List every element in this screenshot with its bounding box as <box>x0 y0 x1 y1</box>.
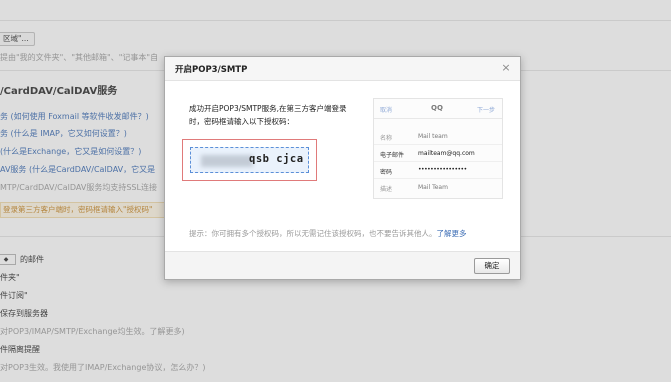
auth-code-redaction <box>201 155 253 167</box>
mock-row-email: 电子邮件 mailteam@qq.com <box>374 145 502 162</box>
mock-key: 名称 <box>380 135 393 142</box>
auth-code-box[interactable]: qsb cjca <box>190 147 309 173</box>
ok-button[interactable]: 确定 <box>474 258 510 274</box>
mock-value: Mail Team <box>418 184 448 191</box>
mock-brand-label: QQ <box>431 104 443 112</box>
mock-password-dots: •••••••••••••••• <box>418 166 467 173</box>
mock-next-label: 下一步 <box>476 107 495 114</box>
multi-code-hint: 提示：你可拥有多个授权码，所以无需记住该授权码，也不要告诉其他人。了解更多 <box>189 228 467 239</box>
mock-cancel-label: 取消 <box>380 107 393 114</box>
mock-row-description: 描述 Mail Team <box>374 179 502 196</box>
dialog-header: 开启POP3/SMTP × <box>165 57 520 81</box>
mock-nav-bar: 取消 QQ 下一步 <box>374 99 502 119</box>
mock-value: Mail team <box>418 133 448 140</box>
client-setup-illustration: 取消 QQ 下一步 名称 Mail team 电子邮件 mailteam@qq.… <box>373 98 503 199</box>
mock-row-name: 名称 Mail team <box>374 128 502 145</box>
mock-value: mailteam@qq.com <box>418 150 475 157</box>
learn-more-link[interactable]: 了解更多 <box>437 229 467 238</box>
mock-key: 电子邮件 <box>380 152 405 159</box>
auth-code-highlight: qsb cjca <box>182 139 317 181</box>
close-icon[interactable]: × <box>500 62 512 74</box>
dialog-footer: 确定 <box>165 251 520 279</box>
mock-key: 密码 <box>380 169 393 176</box>
pop3-smtp-dialog: 开启POP3/SMTP × 成功开启POP3/SMTP服务,在第三方客户端登录时… <box>164 56 521 280</box>
hint-text: 提示：你可拥有多个授权码，所以无需记住该授权码，也不要告诉其他人。 <box>189 229 437 238</box>
dialog-title: 开启POP3/SMTP <box>175 65 248 75</box>
success-description: 成功开启POP3/SMTP服务,在第三方客户端登录时，密码框请输入以下授权码： <box>189 104 347 126</box>
mock-key: 描述 <box>380 186 393 193</box>
auth-code-text: qsb cjca <box>249 153 304 165</box>
mock-row-password: 密码 •••••••••••••••• <box>374 162 502 179</box>
